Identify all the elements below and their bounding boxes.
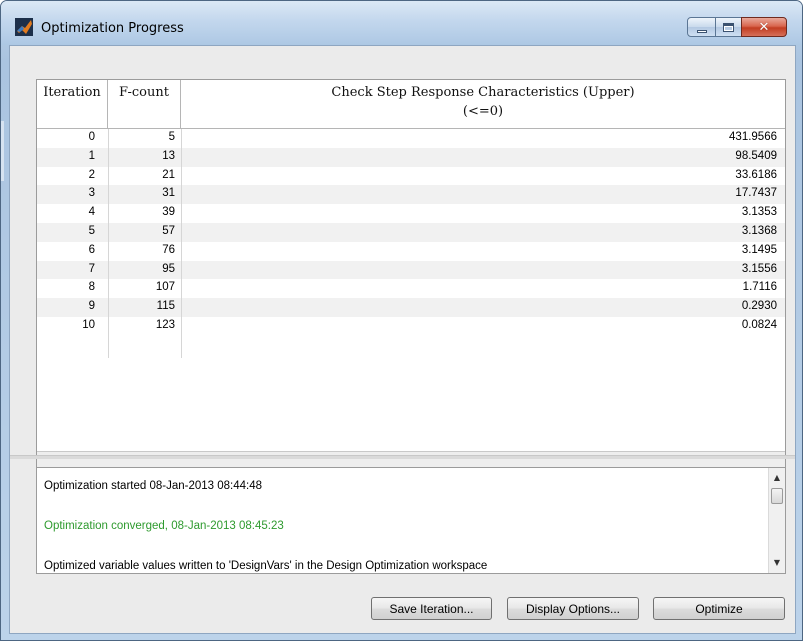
minimize-button[interactable]	[687, 17, 716, 37]
table-row[interactable]: 3 31 17.7437	[37, 185, 785, 205]
column-header-iteration-label: Iteration	[43, 85, 101, 100]
column-divider	[108, 129, 109, 358]
cell-fcount: 39	[162, 206, 175, 219]
cell-check-value: 3.1495	[741, 243, 777, 256]
table-row[interactable]: 0 5 431.9566	[37, 129, 785, 148]
title-bar[interactable]: Optimization Progress ✕	[1, 1, 802, 45]
column-header-check-label: Check Step Response Characteristics (Upp…	[331, 85, 635, 100]
cell-check-value: 17.7437	[735, 187, 777, 200]
column-header-iteration[interactable]: Iteration	[37, 80, 108, 129]
cell-check-value: 1.7116	[742, 281, 777, 294]
cell-iteration: 5	[88, 224, 95, 237]
cell-fcount: 21	[162, 168, 175, 181]
matlab-icon	[15, 18, 33, 36]
display-options-button[interactable]: Display Options...	[507, 597, 639, 620]
cell-check-value: 98.5409	[735, 149, 777, 162]
cell-iteration: 6	[88, 243, 95, 256]
log-scrollbar[interactable]: ▲ ▼	[768, 468, 785, 573]
table-body: 0 5 431.9566 1 13 98.5409 2 21 33.6186 3 31 17.7437…	[37, 129, 785, 336]
cell-iteration: 10	[82, 318, 95, 331]
column-header-fcount-label: F-count	[119, 85, 169, 100]
status-log[interactable]: Optimization started 08-Jan-2013 08:44:4…	[36, 467, 786, 574]
cell-iteration: 4	[88, 206, 95, 219]
log-line-written: Optimized variable values written to 'De…	[44, 560, 488, 572]
iteration-table: Iteration F-count Check Step Response Ch…	[36, 79, 786, 501]
panel-splitter[interactable]	[10, 455, 795, 459]
cell-iteration: 1	[88, 149, 95, 162]
cell-fcount: 57	[162, 224, 175, 237]
table-row[interactable]: 2 21 33.6186	[37, 167, 785, 186]
cell-iteration: 2	[88, 168, 95, 181]
save-iteration-button[interactable]: Save Iteration...	[371, 597, 492, 620]
table-row[interactable]: 8 107 1.7116	[37, 279, 785, 298]
table-row[interactable]: 4 39 3.1353	[37, 204, 785, 223]
column-divider	[181, 129, 182, 358]
maximize-button[interactable]	[715, 17, 742, 37]
client-area: Iteration F-count Check Step Response Ch…	[9, 45, 796, 634]
cell-fcount: 5	[168, 131, 175, 143]
table-row[interactable]: 5 57 3.1368	[37, 222, 785, 242]
table-row[interactable]: 10 123 0.0824	[37, 317, 785, 336]
scroll-up-icon[interactable]: ▲	[769, 470, 785, 486]
cell-check-value: 33.6186	[735, 168, 777, 181]
cell-fcount: 76	[162, 243, 175, 256]
table-row[interactable]: 6 76 3.1495	[37, 242, 785, 261]
cell-check-value: 0.0824	[741, 318, 777, 331]
cell-fcount: 123	[155, 318, 175, 331]
optimization-progress-window: Optimization Progress ✕ Iteration F-coun…	[0, 0, 803, 641]
minimize-icon	[696, 29, 707, 33]
log-line-started: Optimization started 08-Jan-2013 08:44:4…	[44, 480, 262, 492]
log-line-converged: Optimization converged, 08-Jan-2013 08:4…	[44, 520, 284, 532]
table-row[interactable]: 9 115 0.2930	[37, 298, 785, 317]
cell-check-value: 3.1368	[741, 224, 777, 237]
cell-iteration: 3	[88, 187, 95, 200]
close-icon: ✕	[758, 19, 770, 35]
column-header-check-sublabel: (<=0)	[462, 104, 504, 119]
cell-fcount: 115	[156, 300, 175, 313]
cell-check-value: 0.2930	[741, 300, 777, 313]
close-button[interactable]: ✕	[741, 17, 787, 37]
cell-fcount: 95	[162, 262, 175, 275]
maximize-icon	[723, 22, 734, 32]
scroll-down-icon[interactable]: ▼	[769, 555, 785, 571]
scroll-thumb[interactable]	[771, 488, 783, 504]
cell-fcount: 13	[162, 149, 175, 162]
cell-iteration: 8	[88, 281, 95, 294]
cell-check-value: 431.9566	[729, 131, 777, 143]
cell-check-value: 3.1353	[741, 206, 777, 219]
cell-check-value: 3.1556	[741, 262, 777, 275]
table-row[interactable]: 7 95 3.1556	[37, 260, 785, 280]
column-header-check[interactable]: Check Step Response Characteristics (Upp…	[181, 80, 785, 129]
column-header-fcount[interactable]: F-count	[108, 80, 181, 129]
cell-iteration: 7	[88, 262, 95, 275]
table-row[interactable]: 1 13 98.5409	[37, 147, 785, 167]
cell-fcount: 31	[162, 187, 175, 200]
cell-fcount: 107	[155, 281, 175, 294]
window-edge	[1, 121, 4, 181]
window-title: Optimization Progress	[41, 21, 184, 36]
optimize-button[interactable]: Optimize	[653, 597, 785, 620]
table-header: Iteration F-count Check Step Response Ch…	[37, 80, 785, 129]
cell-iteration: 0	[88, 131, 95, 143]
cell-iteration: 9	[88, 300, 95, 313]
